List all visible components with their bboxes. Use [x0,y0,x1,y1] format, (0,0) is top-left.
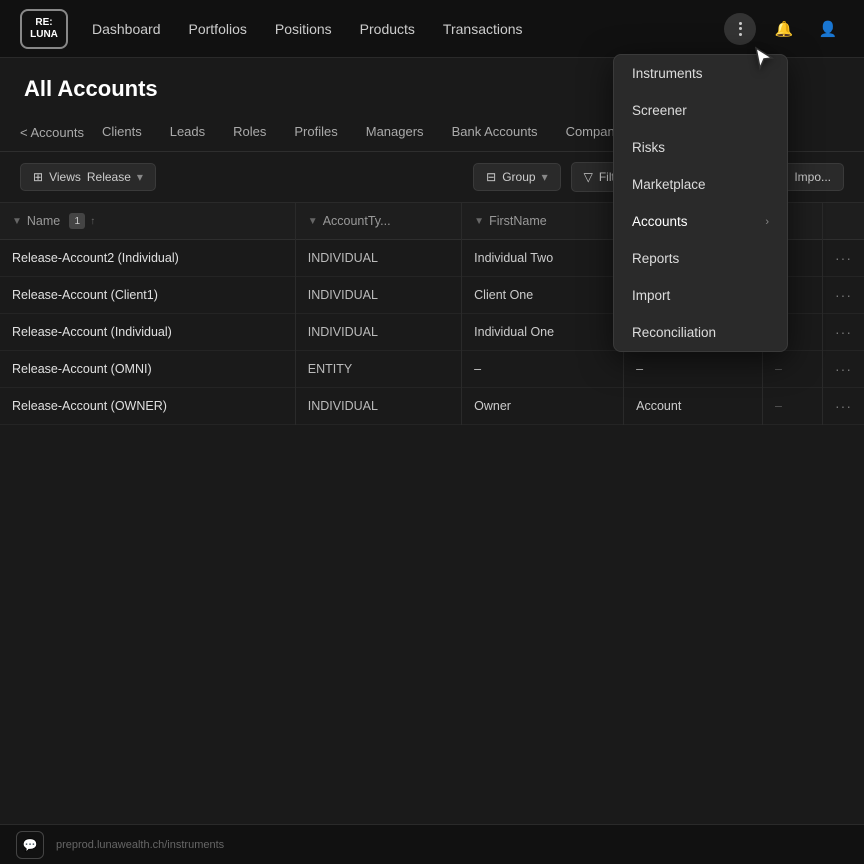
group-label: Group [502,170,535,184]
col-account-type-sort-icon: ▼ [308,216,318,227]
row-actions-btn[interactable]: ··· [835,361,852,377]
col-name-label: Name [27,214,60,228]
top-nav: RE:LUNA Dashboard Portfolios Positions P… [0,0,864,58]
tab-managers[interactable]: Managers [352,114,438,151]
dropdown-item-label: Instruments [632,66,703,81]
cell-dots-0[interactable]: ··· [823,240,864,277]
group-button[interactable]: ⊟ Group ▾ [473,163,560,191]
cell-type-2: INDIVIDUAL [295,314,461,351]
profile-button[interactable]: 👤 [812,13,844,45]
dropdown-item-label: Accounts [632,214,688,229]
bell-icon: 🔔 [775,20,794,38]
row-actions-btn[interactable]: ··· [835,324,852,340]
dropdown-item-marketplace[interactable]: Marketplace [614,166,787,203]
logo-text: RE:LUNA [30,17,58,41]
tab-profiles[interactable]: Profiles [280,114,351,151]
cell-name-1: Release-Account (Client1) [0,277,295,314]
dropdown-menu: Instruments Screener Risks Marketplace Accou… [613,54,788,352]
notifications-button[interactable]: 🔔 [768,13,800,45]
cell-name-4: Release-Account (OWNER) [0,388,295,425]
views-chevron-icon: ▾ [137,170,143,184]
cell-type-0: INDIVIDUAL [295,240,461,277]
status-bar-url: preprod.lunawealth.ch/instruments [56,839,224,851]
table-row[interactable]: Release-Account (OMNI) ENTITY – – – ··· [0,351,864,388]
views-icon: ⊞ [33,170,43,184]
support-icon-btn[interactable]: 💬 [16,831,44,859]
nav-positions[interactable]: Positions [275,21,332,37]
dropdown-item-risks[interactable]: Risks [614,129,787,166]
cell-name-3: Release-Account (OMNI) [0,351,295,388]
col-name-sort-up-icon: ↑ [90,216,95,227]
col-actions [823,203,864,240]
cell-fname-4: Owner [462,388,624,425]
table-row[interactable]: Release-Account (OWNER) INDIVIDUAL Owner… [0,388,864,425]
dropdown-item-label: Risks [632,140,665,155]
views-button[interactable]: ⊞ Views Release ▾ [20,163,156,191]
group-icon: ⊟ [486,170,496,184]
filter-icon: ▽ [584,170,593,184]
col-account-type[interactable]: ▼ AccountTy... [295,203,461,240]
dropdown-item-reports[interactable]: Reports [614,240,787,277]
cell-fname-3: – [462,351,624,388]
dropdown-item-label: Import [632,288,670,303]
import-label: Impo... [794,170,831,184]
cell-dash-4: – [763,388,823,425]
dropdown-item-instruments[interactable]: Instruments [614,55,787,92]
app-logo[interactable]: RE:LUNA [20,9,68,49]
col-name[interactable]: ▼ Name 1 ↑ [0,203,295,240]
row-actions-btn[interactable]: ··· [835,398,852,414]
nav-products[interactable]: Products [360,21,415,37]
dropdown-item-label: Reports [632,251,679,266]
cell-dots-1[interactable]: ··· [823,277,864,314]
row-actions-btn[interactable]: ··· [835,287,852,303]
cell-fname-2: Individual One [462,314,624,351]
cell-type-1: INDIVIDUAL [295,277,461,314]
chat-icon: 💬 [23,838,38,852]
col-sort-icon: ▼ [12,216,22,227]
col-first-name-sort-icon: ▼ [474,216,484,227]
dropdown-item-reconciliation[interactable]: Reconciliation [614,314,787,351]
cell-type-4: INDIVIDUAL [295,388,461,425]
chevron-right-icon: › [765,216,769,228]
cell-dots-4[interactable]: ··· [823,388,864,425]
dropdown-item-screener[interactable]: Screener [614,92,787,129]
nav-right: 🔔 👤 [724,13,844,45]
col-first-name[interactable]: ▼ FirstName [462,203,624,240]
dropdown-item-label: Screener [632,103,687,118]
cell-fname-0: Individual Two [462,240,624,277]
cell-lname-3: – [624,351,763,388]
cell-name-2: Release-Account (Individual) [0,314,295,351]
dots-vertical-icon [739,22,742,36]
release-label: Release [87,170,131,184]
dropdown-item-label: Reconciliation [632,325,716,340]
cell-name-0: Release-Account2 (Individual) [0,240,295,277]
dropdown-item-label: Marketplace [632,177,706,192]
tab-leads[interactable]: Leads [156,114,219,151]
cell-dots-3[interactable]: ··· [823,351,864,388]
tab-clients[interactable]: Clients [88,114,156,151]
bottom-bar: 💬 preprod.lunawealth.ch/instruments [0,824,864,864]
cell-dash-3: – [763,351,823,388]
more-options-button[interactable] [724,13,756,45]
cell-fname-1: Client One [462,277,624,314]
dropdown-item-import[interactable]: Import [614,277,787,314]
tab-bank-accounts[interactable]: Bank Accounts [438,114,552,151]
row-actions-btn[interactable]: ··· [835,250,852,266]
tab-back-accounts[interactable]: < Accounts [20,125,84,140]
views-label: Views [49,170,81,184]
cell-dots-2[interactable]: ··· [823,314,864,351]
cell-type-3: ENTITY [295,351,461,388]
group-chevron-icon: ▾ [542,170,548,184]
tab-roles[interactable]: Roles [219,114,280,151]
col-first-name-label: FirstName [489,214,547,228]
nav-links: Dashboard Portfolios Positions Products … [92,21,724,37]
avatar-icon: 👤 [819,20,838,38]
dropdown-item-accounts[interactable]: Accounts › [614,203,787,240]
nav-dashboard[interactable]: Dashboard [92,21,161,37]
sort-badge: 1 [69,213,85,229]
cell-lname-4: Account [624,388,763,425]
nav-portfolios[interactable]: Portfolios [189,21,247,37]
col-account-type-label: AccountTy... [323,214,391,228]
nav-transactions[interactable]: Transactions [443,21,523,37]
